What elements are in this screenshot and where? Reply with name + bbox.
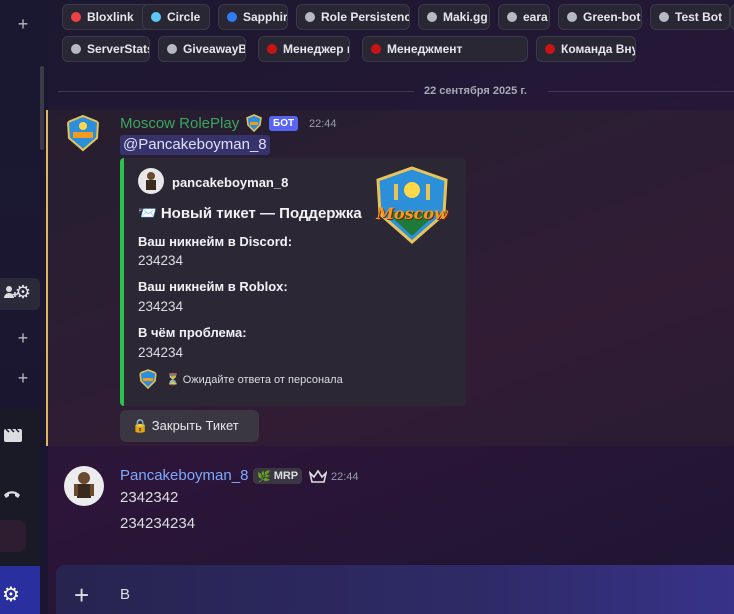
tag-label: eara: [523, 10, 548, 24]
server-tag[interactable]: 🌿 MRP: [253, 468, 303, 484]
tag-chip[interactable]: Менеджмент: [362, 36, 528, 62]
tag-color-dot: [371, 44, 381, 54]
tag-chip[interactable]: Maki.gg: [418, 4, 490, 30]
crown-icon: [308, 469, 328, 488]
sprout-icon: 🌿: [257, 470, 271, 483]
message-line: 234234234: [120, 515, 196, 532]
tag-label: Green-bot: [583, 10, 641, 24]
tag-label: Role Persistence: [321, 10, 410, 24]
server-tag-label: MRP: [273, 470, 299, 482]
tag-color-dot: [227, 12, 237, 22]
tag-color-dot: [427, 12, 437, 22]
tag-color-dot: [305, 12, 315, 22]
tag-chip[interactable]: Менеджер по Операциям: [258, 36, 350, 62]
embed-author-name[interactable]: pancakeboyman_8: [172, 175, 288, 190]
tag-chip[interactable]: Role Persistence: [296, 4, 410, 30]
tag-color-dot: [71, 12, 81, 22]
rail-scrollbar[interactable]: [40, 66, 44, 150]
field-value: 234234: [138, 345, 184, 360]
bot-avatar[interactable]: [64, 114, 102, 152]
rail-highlight: [0, 520, 26, 552]
tag-label: GiveawayBot: [183, 42, 245, 56]
tag-chip[interactable]: Bloxlink: [62, 4, 150, 30]
date-divider: 22 сентября 2025 г.: [424, 85, 527, 97]
message-input[interactable]: [56, 565, 734, 614]
plus-icon[interactable]: +: [8, 328, 38, 349]
tag-chip[interactable]: ServerStats: [62, 36, 150, 62]
tag-label: Test Bot: [675, 10, 723, 24]
message-timestamp[interactable]: 22:44: [309, 118, 337, 130]
phone-icon[interactable]: [0, 484, 27, 505]
tag-label: Maki.gg: [443, 10, 488, 24]
author-emoji-icon: [244, 114, 264, 133]
tag-color-dot: [659, 12, 669, 22]
embed-thumbnail[interactable]: Moscow: [372, 166, 452, 244]
tag-color-dot: [545, 44, 555, 54]
tag-color-dot: [151, 12, 161, 22]
tag-chip[interactable]: Circle: [142, 4, 210, 30]
message-timestamp[interactable]: 22:44: [331, 471, 359, 483]
tag-label: Менеджмент: [387, 42, 463, 56]
message-input-text[interactable]: В: [120, 586, 130, 603]
divider-line: [58, 91, 414, 92]
gear-icon[interactable]: ⚙: [8, 282, 38, 303]
tag-chip[interactable]: Ticket Tool: [730, 4, 734, 30]
tag-chip[interactable]: eara: [498, 4, 550, 30]
tag-chip[interactable]: GiveawayBot: [158, 36, 246, 62]
plus-icon[interactable]: +: [8, 14, 38, 35]
gear-icon[interactable]: ⚙: [0, 582, 26, 607]
tag-chip[interactable]: Green-bot: [558, 4, 642, 30]
tag-color-dot: [71, 44, 81, 54]
tag-color-dot: [567, 12, 577, 22]
tag-color-dot: [507, 12, 517, 22]
field-name: В чём проблема:: [138, 325, 247, 340]
tag-chip[interactable]: Sapphire: [218, 4, 288, 30]
tag-chip[interactable]: Команда Вну: [536, 36, 636, 62]
embed-author-avatar: [138, 168, 164, 194]
user-avatar[interactable]: [64, 466, 104, 506]
tag-chip[interactable]: Test Bot: [650, 4, 730, 30]
tag-label: Sapphire: [243, 10, 288, 24]
close-ticket-button[interactable]: 🔒 Закрыть Тикет: [120, 410, 259, 442]
embed-title: 📨 Новый тикет — Поддержка: [138, 205, 362, 222]
user-author-name[interactable]: Pancakeboyman_8: [120, 467, 248, 484]
ticket-embed: pancakeboyman_8 📨 Новый тикет — Поддержк…: [120, 158, 466, 406]
thumbnail-text: Moscow: [376, 204, 448, 223]
bot-badge: БОТ: [269, 116, 299, 131]
field-value: 234234: [138, 299, 184, 314]
plus-icon[interactable]: +: [8, 368, 38, 389]
field-name: Ваш никнейм в Discord:: [138, 234, 293, 249]
tag-label: Менеджер по Операциям: [283, 42, 349, 56]
tag-label: Команда Вну: [561, 42, 636, 56]
tag-color-dot: [167, 44, 177, 54]
field-name: Ваш никнейм в Roblox:: [138, 279, 288, 294]
embed-footer-icon: [138, 369, 158, 389]
ticket-icon[interactable]: [0, 426, 28, 449]
embed-footer: ⏳ Ожидайте ответа от персонала: [166, 374, 343, 386]
field-value: 234234: [138, 253, 184, 268]
message-line: 2342342: [120, 489, 179, 506]
tag-color-dot: [267, 44, 277, 54]
divider-line: [548, 91, 734, 92]
tag-label: Circle: [167, 10, 201, 24]
tag-label: ServerStats: [87, 42, 150, 56]
attach-plus-icon[interactable]: +: [74, 580, 89, 611]
user-mention[interactable]: @Pancakeboyman_8: [120, 135, 270, 155]
tag-label: Bloxlink: [87, 10, 134, 24]
bot-author-name[interactable]: Moscow RolePlay: [120, 115, 239, 132]
